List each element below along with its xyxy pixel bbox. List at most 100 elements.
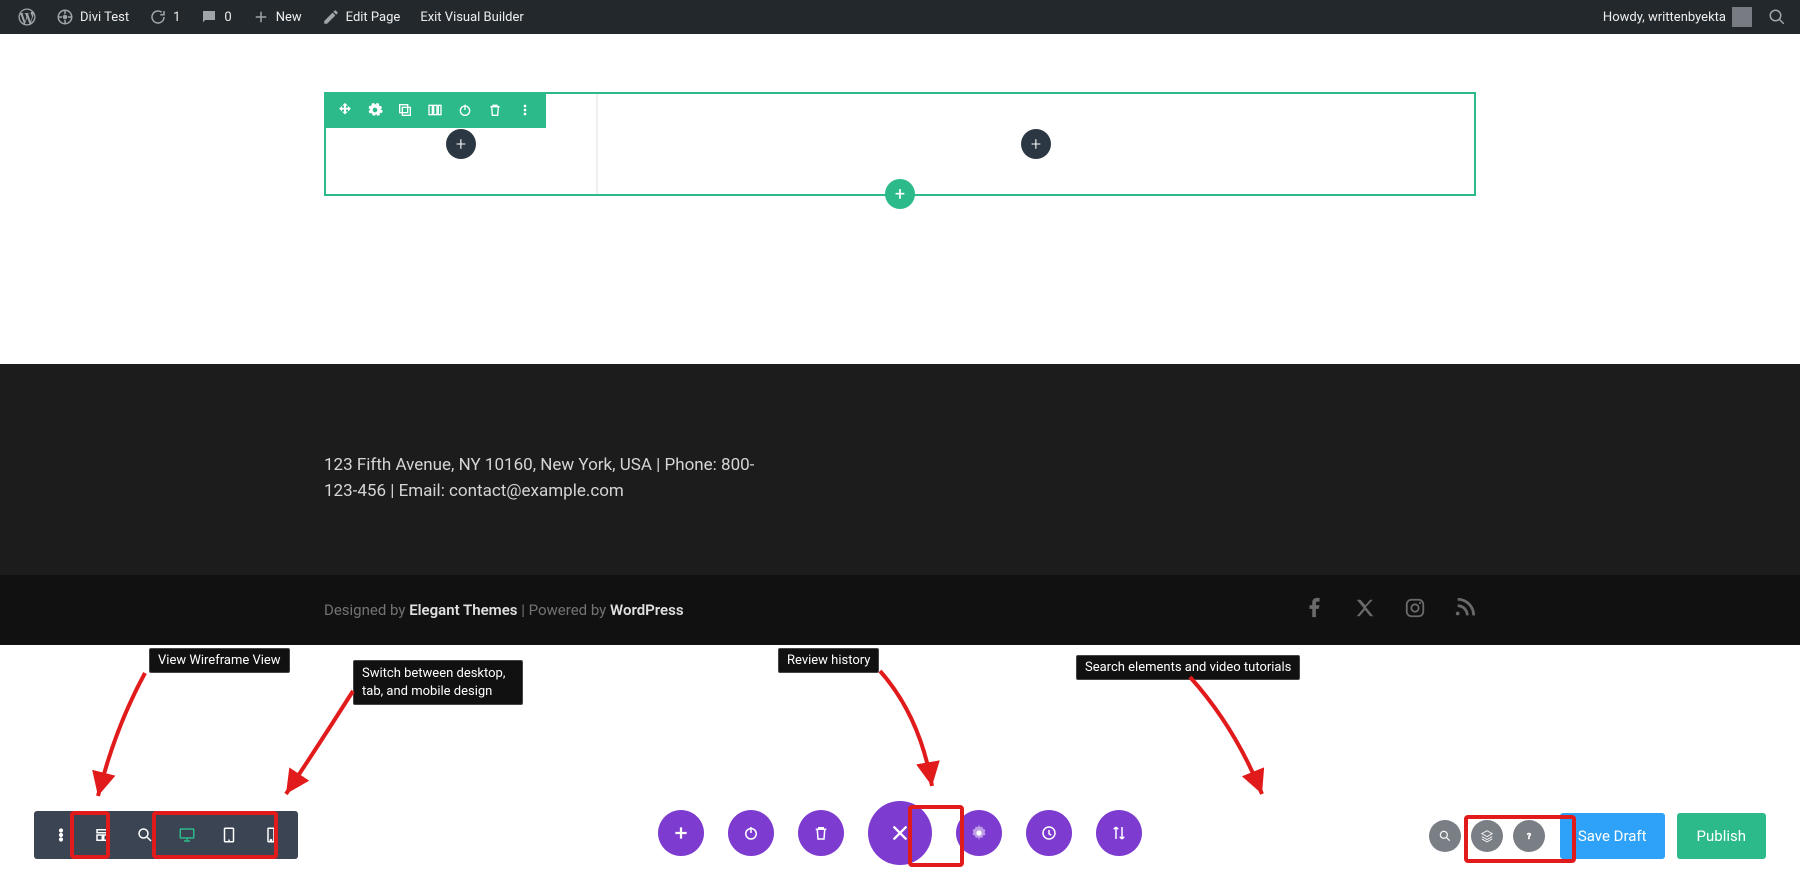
social-links — [1304, 597, 1476, 623]
delete-button[interactable] — [798, 810, 844, 856]
desktop-icon — [178, 826, 196, 844]
updates-count: 1 — [173, 10, 180, 25]
right-action-cluster: ? Save Draft Publish — [1426, 813, 1766, 859]
zoom-icon — [136, 826, 154, 844]
tablet-view-button[interactable] — [208, 811, 250, 859]
builder-bottom-bar: ? Save Draft Publish — [0, 777, 1800, 885]
section-delete[interactable] — [480, 92, 510, 128]
rss-icon — [1454, 597, 1476, 619]
section-columns[interactable] — [420, 92, 450, 128]
credit-theme-link[interactable]: Elegant Themes — [409, 601, 517, 619]
x-icon — [1354, 597, 1376, 619]
layers-icon — [1480, 829, 1494, 843]
credit-bar: Designed by Elegant Themes | Powered by … — [0, 575, 1800, 645]
active-section[interactable]: + + + — [324, 92, 1476, 196]
section-settings[interactable] — [360, 92, 390, 128]
page-settings-button[interactable] — [956, 810, 1002, 856]
gear-icon — [367, 102, 383, 118]
save-draft-button[interactable]: Save Draft — [1560, 813, 1665, 859]
comments-count: 0 — [224, 10, 231, 25]
column-2[interactable]: + — [598, 94, 1474, 194]
credit-designed-by: Designed by — [324, 601, 405, 619]
mobile-view-button[interactable] — [250, 811, 292, 859]
new-label: New — [276, 10, 302, 25]
close-panel-button[interactable] — [868, 801, 932, 865]
refresh-icon — [149, 8, 167, 26]
credit-platform-link[interactable]: WordPress — [610, 601, 684, 619]
comments-link[interactable]: 0 — [190, 0, 241, 34]
credit-sep: | — [521, 601, 528, 619]
layers-button[interactable] — [1471, 820, 1503, 852]
section-toolbar — [324, 92, 546, 128]
wp-admin-bar: Divi Test 1 0 New Edit Page Exit Visual … — [0, 0, 1800, 34]
site-title: Divi Test — [80, 10, 129, 25]
howdy-prefix: Howdy, — [1603, 10, 1648, 25]
edit-page-link[interactable]: Edit Page — [312, 0, 411, 34]
wp-logo[interactable] — [8, 0, 46, 34]
history-button[interactable] — [1026, 810, 1072, 856]
svg-text:?: ? — [1527, 831, 1531, 841]
section-duplicate[interactable] — [390, 92, 420, 128]
comment-icon — [200, 8, 218, 26]
tooltip-wireframe: View Wireframe View — [149, 648, 290, 673]
section-power[interactable] — [450, 92, 480, 128]
move-icon — [337, 102, 353, 118]
search-icon — [1768, 8, 1786, 26]
credit-powered-by: Powered by — [529, 601, 607, 619]
more-icon — [517, 102, 533, 118]
account-link[interactable]: Howdy, writtenbyekta — [1593, 0, 1762, 34]
new-content-link[interactable]: New — [242, 0, 312, 34]
power-icon — [457, 102, 473, 118]
exit-vb-label: Exit Visual Builder — [420, 10, 523, 25]
exit-vb-link[interactable]: Exit Visual Builder — [410, 0, 533, 34]
plus-icon — [672, 824, 690, 842]
search-help-button[interactable] — [1429, 820, 1461, 852]
power-icon — [742, 824, 760, 842]
instagram-icon — [1404, 597, 1426, 619]
avatar-icon — [1732, 7, 1752, 27]
add-section-button[interactable] — [658, 810, 704, 856]
add-row-button[interactable]: + — [885, 179, 915, 209]
duplicate-icon — [397, 102, 413, 118]
search-icon — [1438, 829, 1452, 843]
help-button[interactable]: ? — [1513, 820, 1545, 852]
move-handle[interactable] — [330, 92, 360, 128]
updates-link[interactable]: 1 — [139, 0, 190, 34]
admin-search[interactable] — [1762, 0, 1792, 34]
instagram-link[interactable] — [1404, 597, 1426, 623]
edit-page-label: Edit Page — [346, 10, 401, 25]
wireframe-view-button[interactable] — [82, 811, 124, 859]
footer-address: 123 Fifth Avenue, NY 10160, New York, US… — [324, 452, 784, 505]
wireframe-icon — [94, 826, 112, 844]
site-home-link[interactable]: Divi Test — [46, 0, 139, 34]
gear-icon — [970, 824, 988, 842]
wordpress-icon — [18, 8, 36, 26]
rss-link[interactable] — [1454, 597, 1476, 623]
more-options[interactable] — [40, 811, 82, 859]
view-mode-panel — [34, 811, 298, 859]
facebook-link[interactable] — [1304, 597, 1326, 623]
plus-icon — [252, 8, 270, 26]
tooltip-responsive: Switch between desktop, tab, and mobile … — [353, 660, 523, 705]
close-icon — [889, 822, 911, 844]
columns-icon — [427, 102, 443, 118]
site-footer: 123 Fifth Avenue, NY 10160, New York, US… — [0, 364, 1800, 575]
builder-canvas: + + + — [0, 34, 1800, 196]
tooltip-history: Review history — [778, 648, 879, 673]
tooltip-search: Search elements and video tutorials — [1076, 655, 1300, 680]
add-module-button[interactable]: + — [446, 129, 476, 159]
center-action-cluster — [658, 801, 1142, 865]
trash-icon — [487, 102, 503, 118]
clock-icon — [1040, 824, 1058, 842]
zoom-button[interactable] — [124, 811, 166, 859]
section-more[interactable] — [510, 92, 540, 128]
publish-button[interactable]: Publish — [1677, 813, 1766, 859]
power-button[interactable] — [728, 810, 774, 856]
question-icon: ? — [1522, 829, 1536, 843]
dots-icon — [52, 826, 70, 844]
portability-button[interactable] — [1096, 810, 1142, 856]
x-link[interactable] — [1354, 597, 1376, 623]
desktop-view-button[interactable] — [166, 811, 208, 859]
add-module-button[interactable]: + — [1021, 129, 1051, 159]
trash-icon — [812, 824, 830, 842]
